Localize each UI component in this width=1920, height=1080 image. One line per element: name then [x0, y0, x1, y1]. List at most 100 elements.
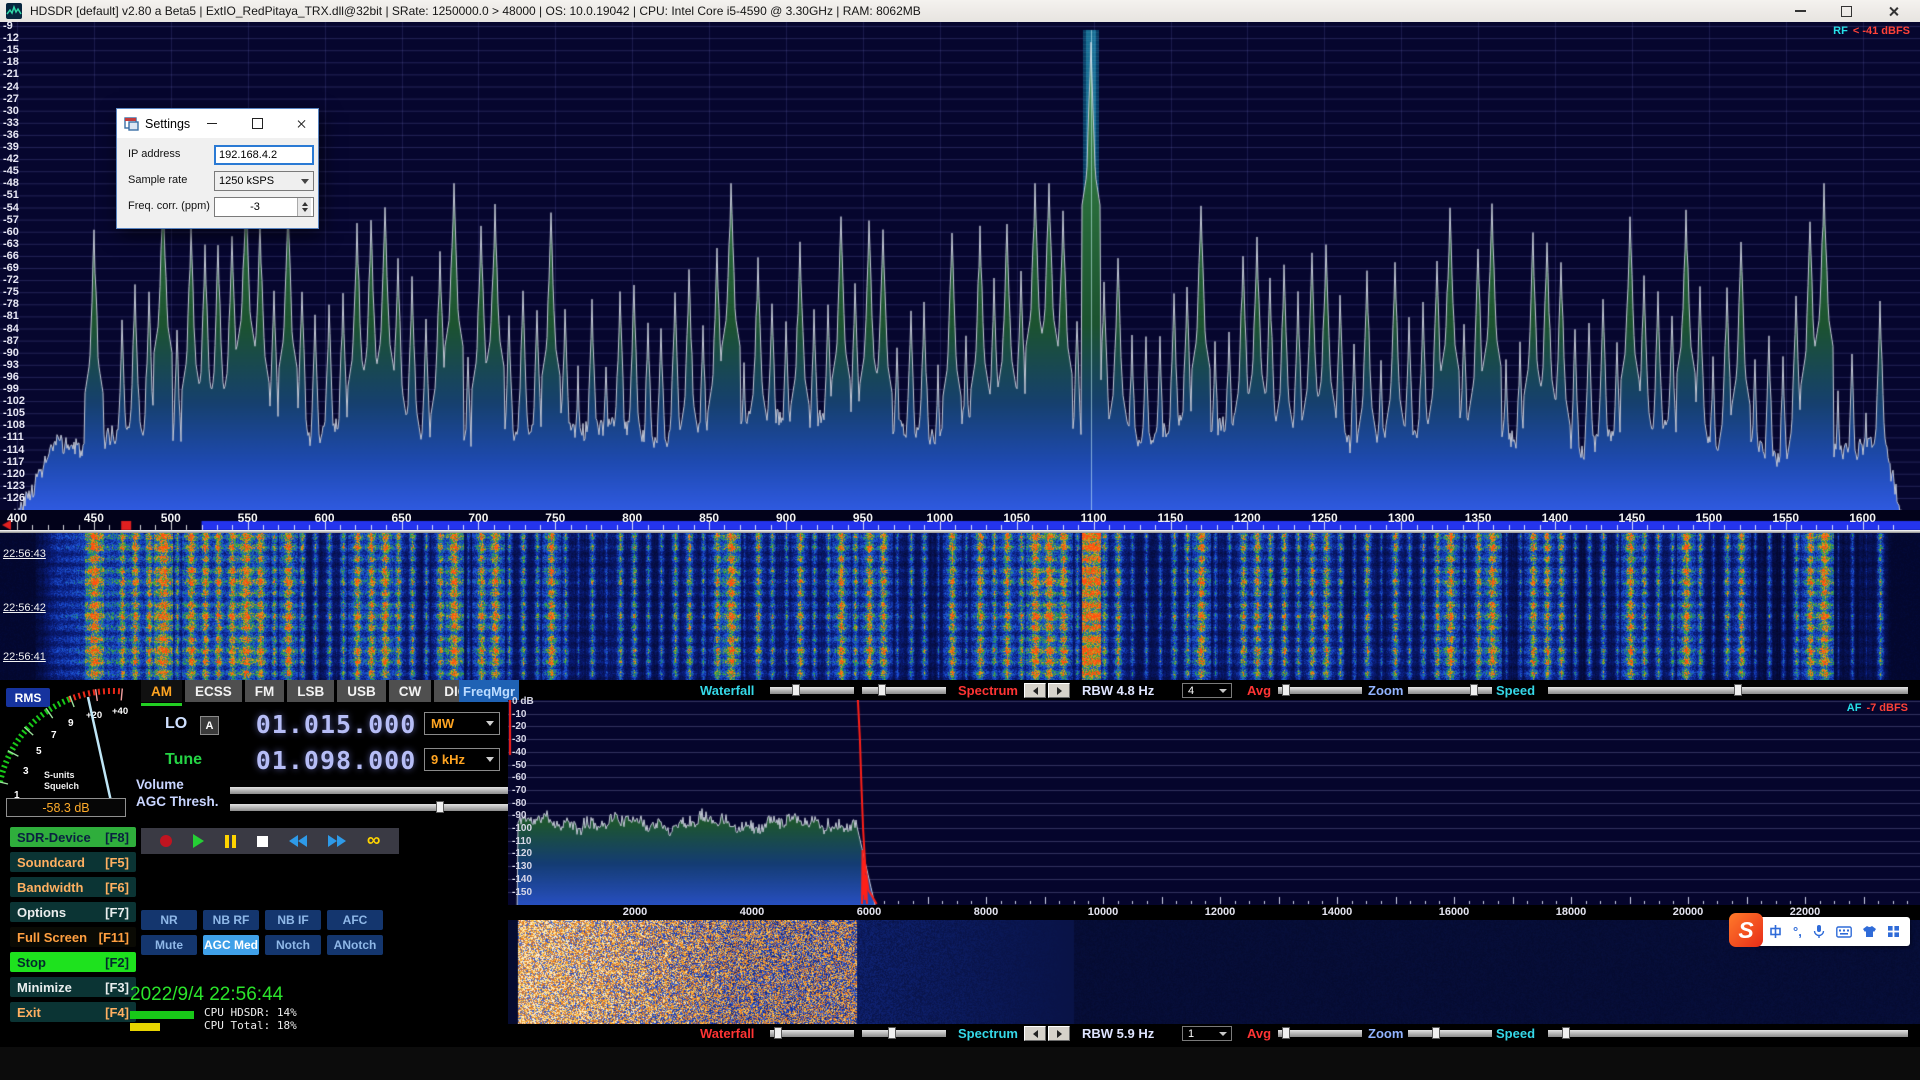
- titlebar[interactable]: HDSDR [default] v2.80 a Beta5 | ExtIO_Re…: [0, 0, 1920, 22]
- top-bar-speed-slider[interactable]: [1548, 687, 1908, 694]
- bottom-bar-avg-count-select[interactable]: 1: [1182, 1026, 1232, 1041]
- rf-waterfall-display[interactable]: [0, 533, 1920, 680]
- dsp-button-notch[interactable]: Notch: [265, 935, 321, 955]
- dialog-maximize-button[interactable]: [237, 109, 277, 138]
- af-y-tick-label: -130: [512, 861, 546, 872]
- rf-x-tick-label: 1000: [923, 511, 957, 525]
- af-waterfall-display[interactable]: [508, 920, 1920, 1024]
- button-bandwidth[interactable]: Bandwidth[F6]: [10, 877, 136, 897]
- freq-correction-spinner[interactable]: -3: [214, 197, 314, 217]
- settings-dialog-titlebar[interactable]: Settings: [117, 109, 318, 138]
- waterfall-time-label: 22:56:43: [3, 548, 46, 560]
- top-bar-avg-slider[interactable]: [1278, 687, 1362, 694]
- bottom-bar-avg-slider-handle[interactable]: [1282, 1027, 1290, 1039]
- mode-button-lsb[interactable]: LSB: [287, 680, 334, 702]
- top-bar-zoom-slider-handle[interactable]: [1470, 684, 1478, 696]
- play-button[interactable]: [193, 834, 204, 848]
- rf-x-tick-label: 550: [231, 511, 265, 525]
- dialog-minimize-button[interactable]: [192, 109, 232, 138]
- top-bar-avg-slider-handle[interactable]: [1282, 684, 1290, 696]
- af-x-tick-label: 16000: [1434, 906, 1474, 918]
- af-spectrum-display[interactable]: [508, 700, 1920, 905]
- button-full-screen[interactable]: Full Screen[F11]: [10, 927, 136, 947]
- dsp-button-anotch[interactable]: ANotch: [327, 935, 383, 955]
- mode-button-ecss[interactable]: ECSS: [185, 680, 242, 702]
- loop-button[interactable]: ∞: [367, 834, 381, 848]
- rf-y-tick-label: -99: [3, 383, 33, 395]
- af-level-readout: AF-7 dBFS: [1847, 702, 1908, 714]
- dsp-button-mute[interactable]: Mute: [141, 935, 197, 955]
- step-select[interactable]: 9 kHz: [424, 748, 500, 771]
- bottom-bar-waterfall-slider-1[interactable]: [770, 1030, 854, 1037]
- bottom-bar-zoom-slider-handle[interactable]: [1432, 1027, 1440, 1039]
- sample-rate-select[interactable]: 1250 kSPS: [214, 171, 314, 191]
- rf-y-tick-label: -36: [3, 129, 33, 141]
- mode-button-usb[interactable]: USB: [337, 680, 386, 702]
- lo-frequency-display[interactable]: 01.015.000: [250, 708, 422, 740]
- punctuation-icon[interactable]: °,: [1793, 924, 1802, 939]
- microphone-icon[interactable]: [1812, 924, 1826, 939]
- bottom-bar-avg-slider[interactable]: [1278, 1030, 1362, 1037]
- window-close-button[interactable]: [1871, 0, 1916, 22]
- lo-ab-toggle[interactable]: A: [200, 716, 219, 735]
- button-soundcard[interactable]: Soundcard[F5]: [10, 852, 136, 872]
- window-maximize-button[interactable]: [1824, 0, 1869, 22]
- dialog-close-button[interactable]: [281, 109, 321, 138]
- agc-threshold-slider-handle[interactable]: [436, 801, 444, 813]
- top-bar-avg-count-select[interactable]: 4: [1182, 683, 1232, 698]
- dsp-button-nb-rf[interactable]: NB RF: [203, 910, 259, 930]
- band-select[interactable]: MW: [424, 712, 500, 735]
- mode-button-fm[interactable]: FM: [245, 680, 285, 702]
- top-bar-speed-slider-handle[interactable]: [1734, 684, 1742, 696]
- top-bar-waterfall-slider-2[interactable]: [862, 687, 946, 694]
- keyboard-icon[interactable]: [1836, 926, 1852, 938]
- bottom-bar-waterfall-slider-2-handle[interactable]: [888, 1027, 896, 1039]
- button-sdr-device[interactable]: SDR-Device[F8]: [10, 827, 136, 847]
- sogou-logo-icon[interactable]: S: [1729, 913, 1763, 947]
- dsp-button-afc[interactable]: AFC: [327, 910, 383, 930]
- top-bar-zoom-slider[interactable]: [1408, 687, 1492, 694]
- fast-forward-button[interactable]: [328, 835, 346, 847]
- spinner-buttons[interactable]: [297, 198, 311, 216]
- button-exit[interactable]: Exit[F4]: [10, 1002, 136, 1022]
- tune-frequency-display[interactable]: 01.098.000: [250, 744, 422, 776]
- top-bar-scroll-left-button[interactable]: [1024, 683, 1046, 698]
- rf-x-tick-label: 750: [538, 511, 572, 525]
- button-minimize[interactable]: Minimize[F3]: [10, 977, 136, 997]
- rf-y-tick-label: -105: [3, 407, 33, 419]
- top-bar-waterfall-slider-1[interactable]: [770, 687, 854, 694]
- ip-address-field[interactable]: [214, 145, 314, 165]
- dsp-button-nr[interactable]: NR: [141, 910, 197, 930]
- button-stop[interactable]: Stop[F2]: [10, 952, 136, 972]
- chinese-mode-icon[interactable]: [1768, 924, 1783, 939]
- bottom-bar-scroll-left-button[interactable]: [1024, 1026, 1046, 1041]
- button-options[interactable]: Options[F7]: [10, 902, 136, 922]
- stop-playback-button[interactable]: [257, 836, 268, 847]
- sogou-toolbar[interactable]: °,: [1758, 917, 1910, 946]
- chevron-down-icon: [486, 721, 494, 730]
- top-bar-waterfall-slider-2-handle[interactable]: [878, 684, 886, 696]
- af-x-tick-label: 18000: [1551, 906, 1591, 918]
- rf-spectrum-display[interactable]: [0, 22, 1920, 510]
- record-button[interactable]: [160, 835, 172, 847]
- dsp-button-agc-med[interactable]: AGC Med: [203, 935, 259, 955]
- bottom-bar-speed-slider-handle[interactable]: [1562, 1027, 1570, 1039]
- rewind-button[interactable]: [289, 835, 307, 847]
- bottom-bar-scroll-right-button[interactable]: [1048, 1026, 1070, 1041]
- dsp-button-nb-if[interactable]: NB IF: [265, 910, 321, 930]
- bottom-bar-waterfall-slider-1-handle[interactable]: [774, 1027, 782, 1039]
- top-bar-scroll-right-button[interactable]: [1048, 683, 1070, 698]
- window-minimize-button[interactable]: [1778, 0, 1823, 22]
- freqmgr-button[interactable]: FreqMgr: [459, 680, 519, 702]
- mode-button-am[interactable]: AM: [141, 680, 182, 702]
- bottom-bar-speed-slider[interactable]: [1548, 1030, 1908, 1037]
- skin-icon[interactable]: [1862, 925, 1877, 938]
- bottom-bar-waterfall-slider-2[interactable]: [862, 1030, 946, 1037]
- top-bar-waterfall-slider-1-handle[interactable]: [792, 684, 800, 696]
- pause-button[interactable]: [225, 835, 236, 848]
- toolbox-icon[interactable]: [1887, 925, 1900, 938]
- bottom-bar-zoom-slider[interactable]: [1408, 1030, 1492, 1037]
- mode-button-cw[interactable]: CW: [389, 680, 432, 702]
- rf-y-tick-label: -123: [3, 480, 33, 492]
- smeter-caption-1: S-units: [44, 770, 75, 780]
